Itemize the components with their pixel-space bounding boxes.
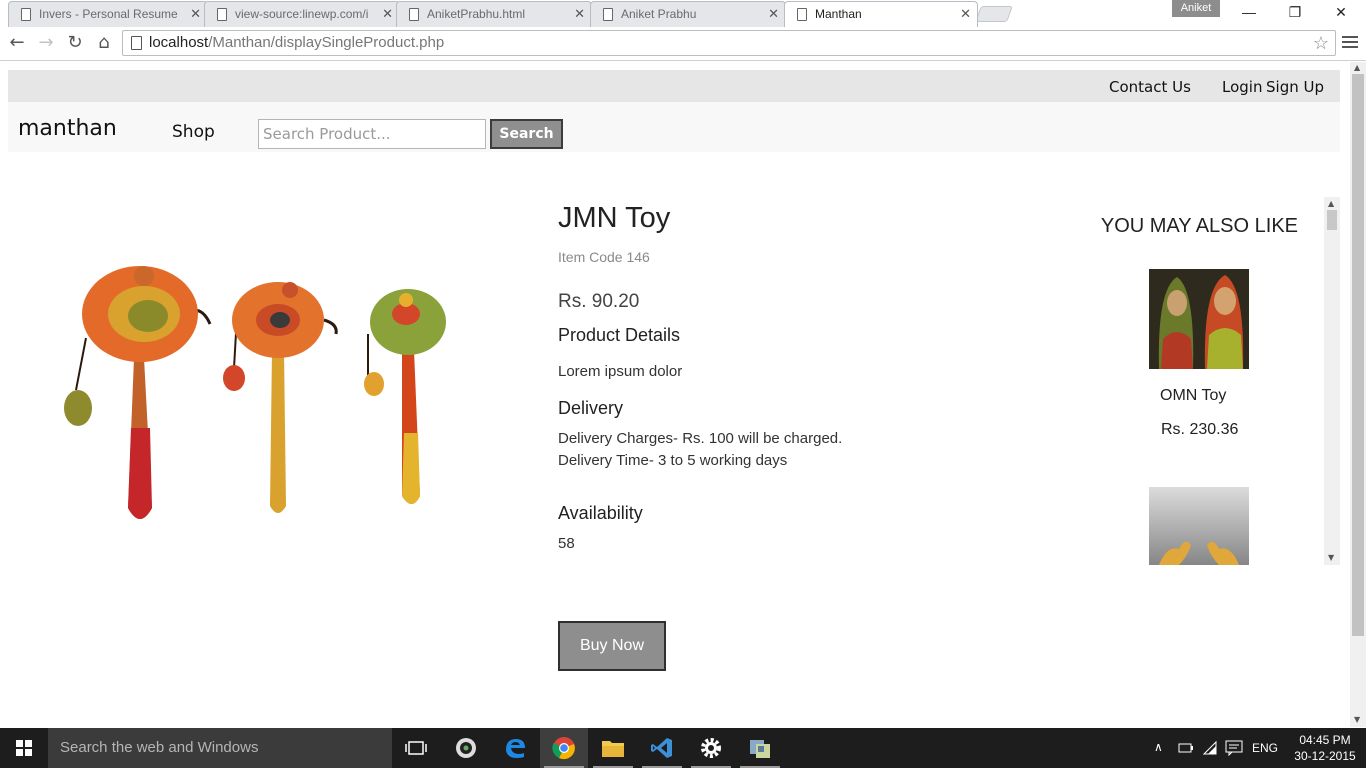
clock-date: 30-12-2015 <box>1294 749 1356 763</box>
signup-link[interactable]: Sign Up <box>1266 78 1324 96</box>
tab-aniket-prabhu[interactable]: Aniket Prabhu ✕ <box>590 1 786 27</box>
scroll-up-icon[interactable]: ▲ <box>1354 63 1360 72</box>
scroll-up-icon[interactable]: ▲ <box>1328 199 1334 208</box>
browser-menu-icon[interactable] <box>1342 33 1358 51</box>
taskbar-search-box[interactable]: Search the web and Windows <box>48 728 392 768</box>
bookmark-star-icon[interactable]: ☆ <box>1313 31 1329 55</box>
task-view-icon[interactable] <box>392 728 440 768</box>
recommendation-name[interactable]: OMN Toy <box>1160 387 1226 405</box>
settings-gear-icon[interactable] <box>687 728 735 768</box>
brand-logo[interactable]: manthan <box>18 116 117 141</box>
tab-invers[interactable]: Invers - Personal Resume ✕ <box>8 1 208 27</box>
tab-view-source[interactable]: view-source:linewp.com/i ✕ <box>204 1 400 27</box>
recommendations-scrollbar[interactable]: ▲ ▼ <box>1324 197 1340 565</box>
scroll-down-icon[interactable]: ▼ <box>1354 715 1360 724</box>
product-title: JMN Toy <box>558 202 671 234</box>
item-code: Item Code 146 <box>558 249 650 265</box>
delivery-time: Delivery Time- 3 to 5 working days <box>558 452 788 469</box>
tab-title: Manthan <box>815 7 862 21</box>
file-explorer-icon[interactable] <box>589 728 637 768</box>
search-input[interactable] <box>258 119 486 149</box>
address-bar[interactable]: localhost/Manthan/displaySingleProduct.p… <box>122 30 1336 56</box>
product-price: Rs. 90.20 <box>558 291 640 312</box>
tab-title: AniketPrabhu.html <box>427 7 526 21</box>
forward-arrow-icon[interactable]: → <box>34 31 58 55</box>
language-indicator[interactable]: ENG <box>1252 741 1278 781</box>
recommendation-image-birds[interactable] <box>1149 487 1249 565</box>
web-page: Contact Us Login Sign Up manthan Shop Se… <box>0 62 1350 727</box>
url-path: /Manthan/displaySingleProduct.php <box>208 34 445 51</box>
availability-value: 58 <box>558 535 575 552</box>
product-details-text: Lorem ipsum dolor <box>558 363 683 380</box>
recommendations-title: YOU MAY ALSO LIKE <box>1100 215 1298 237</box>
browser-tab-strip: Invers - Personal Resume ✕ view-source:l… <box>0 0 1366 27</box>
minimize-button[interactable]: — <box>1226 4 1272 22</box>
page-scrollbar[interactable]: ▲ ▼ <box>1350 62 1366 727</box>
visual-studio-icon[interactable] <box>638 728 686 768</box>
windows-start-icon[interactable] <box>0 728 48 768</box>
camera-app-icon[interactable] <box>442 728 490 768</box>
page-icon <box>21 8 31 21</box>
shop-link[interactable]: Shop <box>172 122 215 142</box>
delivery-charges: Delivery Charges- Rs. 100 will be charge… <box>558 430 843 447</box>
chrome-browser-icon[interactable] <box>540 728 588 768</box>
edge-browser-icon[interactable] <box>491 728 539 768</box>
new-tab-button[interactable] <box>975 6 1013 22</box>
scrollbar-thumb[interactable] <box>1327 210 1337 230</box>
page-icon <box>131 36 142 50</box>
home-icon[interactable]: ⌂ <box>92 31 116 55</box>
close-window-button[interactable]: ✕ <box>1318 4 1364 22</box>
profile-badge[interactable]: Aniket <box>1172 0 1220 17</box>
tab-title: view-source:linewp.com/i <box>235 7 369 21</box>
tab-close-icon[interactable]: ✕ <box>960 6 971 22</box>
scroll-down-icon[interactable]: ▼ <box>1328 553 1334 562</box>
page-icon <box>409 8 419 21</box>
windows-taskbar: Search the web and Windows ∧ ENG 04:45 P… <box>0 728 1366 768</box>
url-host: localhost <box>149 34 209 51</box>
page-icon <box>603 8 613 21</box>
wifi-icon[interactable] <box>1202 740 1218 756</box>
page-icon <box>217 8 227 21</box>
tab-close-icon[interactable]: ✕ <box>574 6 585 22</box>
buy-now-button[interactable]: Buy Now <box>558 621 666 671</box>
tab-title: Invers - Personal Resume <box>39 7 178 21</box>
tab-aniketprabhu-html[interactable]: AniketPrabhu.html ✕ <box>396 1 592 27</box>
tab-close-icon[interactable]: ✕ <box>382 6 393 22</box>
search-button[interactable]: Search <box>490 119 563 149</box>
top-links-bar: Contact Us Login Sign Up <box>8 70 1340 102</box>
battery-icon[interactable] <box>1178 741 1194 755</box>
app-window-icon[interactable] <box>736 728 784 768</box>
tray-chevron-up-icon[interactable]: ∧ <box>1154 740 1163 780</box>
main-navbar: manthan Shop Search <box>8 102 1340 152</box>
delivery-heading: Delivery <box>558 398 624 418</box>
clock-time: 04:45 PM <box>1299 733 1351 747</box>
tab-close-icon[interactable]: ✕ <box>190 6 201 22</box>
reload-icon[interactable]: ↻ <box>63 31 87 55</box>
tab-close-icon[interactable]: ✕ <box>768 6 779 22</box>
system-clock[interactable]: 04:45 PM 30-12-2015 <box>1290 732 1360 764</box>
browser-toolbar: ← → ↻ ⌂ localhost/Manthan/displaySingleP… <box>0 27 1366 61</box>
restore-button[interactable]: ❐ <box>1272 4 1318 22</box>
recommendations-panel: YOU MAY ALSO LIKE OMN Toy Rs. 230.36 <box>1088 197 1338 565</box>
recommendation-price: Rs. 230.36 <box>1161 421 1239 438</box>
recommendation-image-omn-toy[interactable] <box>1149 269 1249 369</box>
tab-manthan[interactable]: Manthan ✕ <box>784 1 978 27</box>
contact-us-link[interactable]: Contact Us <box>1109 78 1191 96</box>
scrollbar-thumb[interactable] <box>1352 74 1364 636</box>
back-arrow-icon[interactable]: ← <box>5 31 29 55</box>
tab-title: Aniket Prabhu <box>621 7 697 21</box>
availability-heading: Availability <box>558 503 643 523</box>
product-details-heading: Product Details <box>558 325 681 345</box>
login-link[interactable]: Login <box>1222 78 1262 96</box>
product-image <box>64 266 446 519</box>
page-icon <box>797 8 807 21</box>
notifications-icon[interactable] <box>1225 740 1243 756</box>
